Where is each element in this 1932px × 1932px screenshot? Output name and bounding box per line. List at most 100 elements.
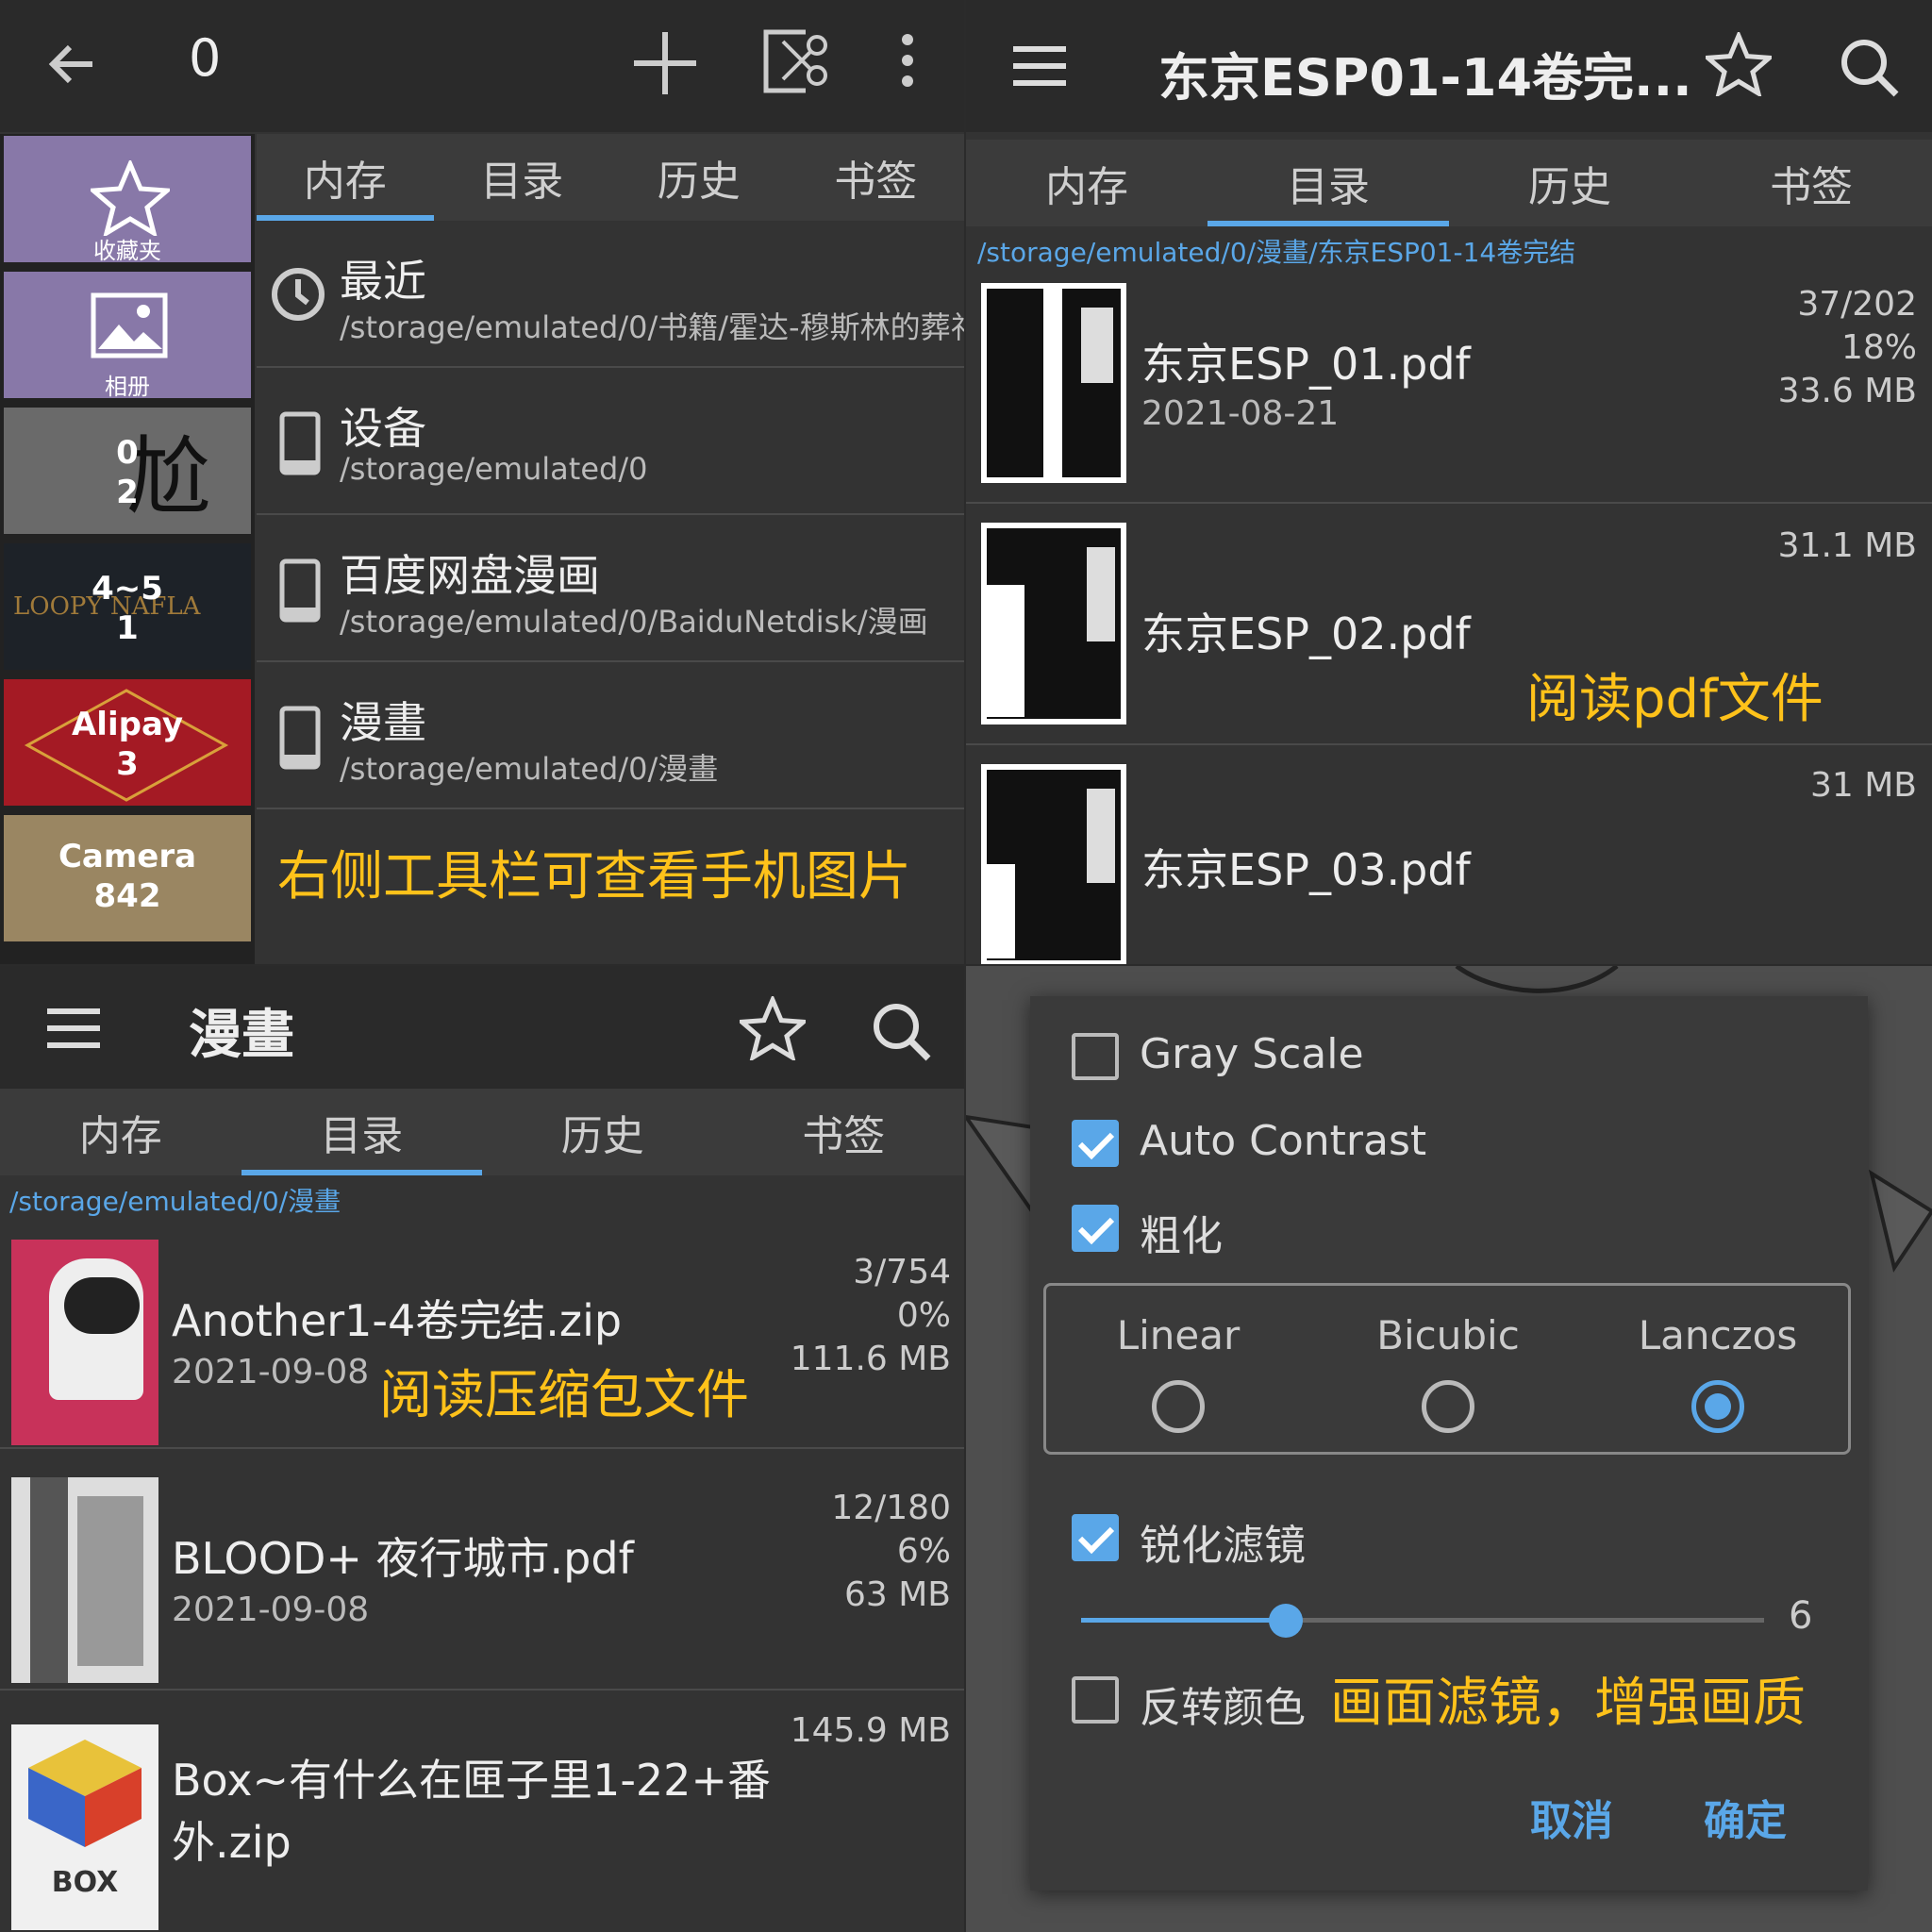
file-row[interactable]: BOX Box~有什么在匣子里1-22+番 外.zip 145.9 MB [0, 1692, 964, 1932]
toolbar-title: 东京ESP01-14卷完... [1158, 48, 1692, 108]
file-size: 31.1 MB [1777, 526, 1917, 565]
album-label: 相册 [105, 374, 150, 400]
file-name: BLOOD+ 夜行城市.pdf [172, 1533, 634, 1584]
file-thumbnail [981, 523, 1126, 724]
file-date: 2021-09-08 [172, 1591, 370, 1629]
entry-baidu-manga[interactable]: 百度网盘漫画 /storage/emulated/0/BaiduNetdisk/… [257, 517, 964, 662]
tab-history[interactable]: 历史 [482, 1089, 724, 1175]
search-icon[interactable] [872, 1002, 932, 1062]
option-label: 粗化 [1140, 1212, 1223, 1260]
tab-bookmarks[interactable]: 书签 [788, 134, 965, 221]
pdf-folder-screen: 东京ESP01-14卷完... 内存 目录 历史 书签 /storage/emu… [966, 0, 1932, 964]
linear-radio[interactable] [1152, 1380, 1205, 1433]
tab-bookmarks[interactable]: 书签 [724, 1089, 965, 1175]
album-folder-0[interactable]: 尬 0 2 [4, 408, 251, 534]
tab-bookmarks[interactable]: 书签 [1690, 140, 1932, 226]
toolbar: 漫畫 [0, 966, 964, 1089]
entry-title: 设备 [340, 403, 426, 454]
tab-memory[interactable]: 内存 [0, 1089, 242, 1175]
file-thumbnail [11, 1240, 158, 1445]
clock-icon [272, 268, 325, 321]
cut-icon[interactable] [758, 25, 830, 96]
add-icon[interactable] [630, 28, 700, 98]
file-row[interactable]: 东京ESP_01.pdf 2021-08-21 37/202 18% 33.6 … [966, 274, 1932, 504]
menu-icon[interactable] [47, 1008, 100, 1049]
toolbar-title: 0 [189, 28, 222, 88]
search-icon[interactable] [1840, 38, 1900, 98]
sharpen-slider[interactable] [1081, 1600, 1764, 1641]
annotation-caption: 右侧工具栏可查看手机图片 [277, 846, 911, 908]
album-folder-alipay[interactable]: Alipay 3 [4, 679, 251, 806]
album-folder-camera[interactable]: Camera 842 [4, 815, 251, 941]
tab-directory[interactable]: 目录 [1208, 140, 1449, 226]
star-icon[interactable] [740, 996, 806, 1060]
option-grayscale[interactable]: Gray Scale [1072, 1028, 1638, 1085]
star-icon[interactable] [1706, 32, 1772, 96]
sharpen-checkbox[interactable] [1072, 1514, 1119, 1561]
slider-thumb[interactable] [1269, 1604, 1303, 1638]
file-meta: 31.1 MB [1778, 525, 1917, 568]
file-name: 东京ESP_03.pdf [1141, 844, 1471, 895]
invert-checkbox[interactable] [1072, 1676, 1119, 1724]
more-vert-icon[interactable] [896, 32, 919, 89]
file-pages: 3/754 [853, 1253, 951, 1291]
resample-bicubic[interactable]: Bicubic [1354, 1312, 1542, 1444]
radio-label: Lanczos [1638, 1312, 1798, 1358]
cancel-button[interactable]: 取消 [1530, 1787, 1613, 1847]
option-coarsen[interactable]: 粗化 [1072, 1200, 1638, 1260]
phone-icon [279, 411, 321, 475]
tab-memory[interactable]: 内存 [966, 140, 1208, 226]
tab-history[interactable]: 历史 [610, 134, 788, 221]
entry-manga[interactable]: 漫畫 /storage/emulated/0/漫畫 [257, 664, 964, 809]
option-sharpen[interactable]: 锐化滤镜 [1072, 1509, 1638, 1570]
entry-device[interactable]: 设备 /storage/emulated/0 [257, 370, 964, 515]
file-name: 东京ESP_01.pdf [1141, 339, 1471, 390]
back-arrow-icon[interactable] [43, 36, 100, 92]
resample-lanczos[interactable]: Lanczos [1624, 1312, 1812, 1444]
file-date: 2021-08-21 [1141, 394, 1340, 433]
option-invert[interactable]: 反转颜色 [1072, 1672, 1355, 1732]
folder-count: 1 [116, 609, 139, 647]
album-button[interactable]: 相册 [4, 272, 251, 400]
entry-path: /storage/emulated/0 [340, 451, 648, 487]
annotation-caption: 阅读pdf文件 [1526, 669, 1824, 730]
file-meta: 12/180 6% 63 MB [831, 1487, 951, 1617]
bicubic-radio[interactable] [1422, 1380, 1474, 1433]
file-row[interactable]: 东京ESP_03.pdf 31 MB [966, 747, 1932, 964]
tab-directory[interactable]: 目录 [241, 1089, 483, 1175]
album-folder-45[interactable]: LOOPY NAFLA 4~5 1 [4, 543, 251, 670]
tab-bar: 内存 目录 历史 书签 [966, 140, 1932, 226]
auto-contrast-checkbox[interactable] [1072, 1120, 1119, 1167]
filter-dialog-screen: Gray Scale Auto Contrast 粗化 Linear Bicub… [966, 966, 1932, 1932]
entry-title: 百度网盘漫画 [340, 550, 600, 601]
coarsen-checkbox[interactable] [1072, 1205, 1119, 1252]
resample-group: Linear Bicubic Lanczos [1043, 1283, 1851, 1455]
phone-icon [279, 706, 321, 770]
lanczos-radio[interactable] [1691, 1380, 1744, 1433]
grayscale-checkbox[interactable] [1072, 1033, 1119, 1080]
ok-button[interactable]: 确定 [1704, 1787, 1787, 1847]
file-row[interactable]: BLOOD+ 夜行城市.pdf 2021-09-08 12/180 6% 63 … [0, 1451, 964, 1690]
file-percent: 6% [896, 1532, 951, 1571]
entry-path: /storage/emulated/0/漫畫 [340, 751, 719, 787]
current-path: /storage/emulated/0/漫畫/东京ESP01-14卷完结 [977, 237, 1576, 268]
entry-path: /storage/emulated/0/BaiduNetdisk/漫画 [340, 604, 928, 640]
tab-directory[interactable]: 目录 [434, 134, 611, 221]
file-name: Another1-4卷完结.zip [172, 1295, 623, 1346]
file-meta: 31 MB [1810, 764, 1917, 808]
tab-history[interactable]: 历史 [1449, 140, 1690, 226]
radio-label: Linear [1116, 1312, 1241, 1358]
entry-title: 最近 [340, 256, 426, 307]
entry-recent[interactable]: 最近 /storage/emulated/0/书籍/霍达-穆斯林的葬礼.pdf [257, 223, 964, 368]
current-path: /storage/emulated/0/漫畫 [9, 1186, 341, 1217]
favorites-button[interactable]: 收藏夹 [4, 136, 251, 264]
option-label: Gray Scale [1140, 1030, 1364, 1078]
favorites-label: 收藏夹 [93, 238, 161, 264]
file-thumbnail [981, 764, 1126, 964]
toolbar: 东京ESP01-14卷完... [966, 0, 1932, 132]
tab-memory[interactable]: 内存 [257, 134, 434, 221]
option-auto-contrast[interactable]: Auto Contrast [1072, 1115, 1638, 1172]
menu-icon[interactable] [1013, 45, 1066, 87]
entry-title: 漫畫 [340, 697, 426, 748]
resample-linear[interactable]: Linear [1084, 1312, 1273, 1444]
